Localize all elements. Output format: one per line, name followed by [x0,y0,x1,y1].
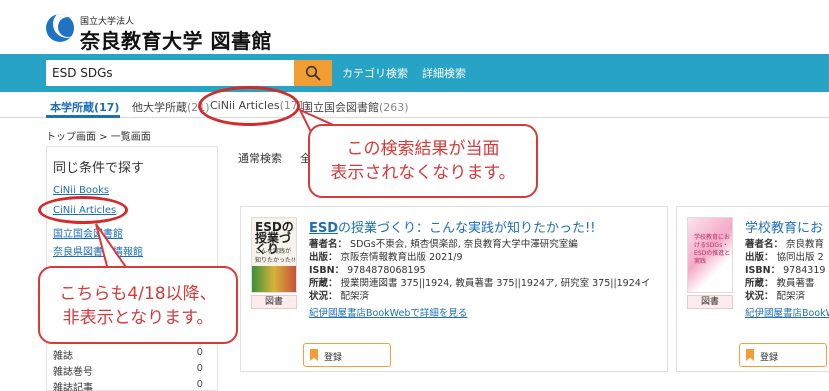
callout-pointer [95,223,130,271]
annotation-callout: こちらも4/18以降、 非表示となります。 [38,266,238,344]
annotation-callout: この検索結果が当面 表示されなくなります。 [308,124,538,198]
highlight-ellipse-cinii-link [38,196,128,224]
highlight-ellipse-cinii-tab [198,86,300,126]
